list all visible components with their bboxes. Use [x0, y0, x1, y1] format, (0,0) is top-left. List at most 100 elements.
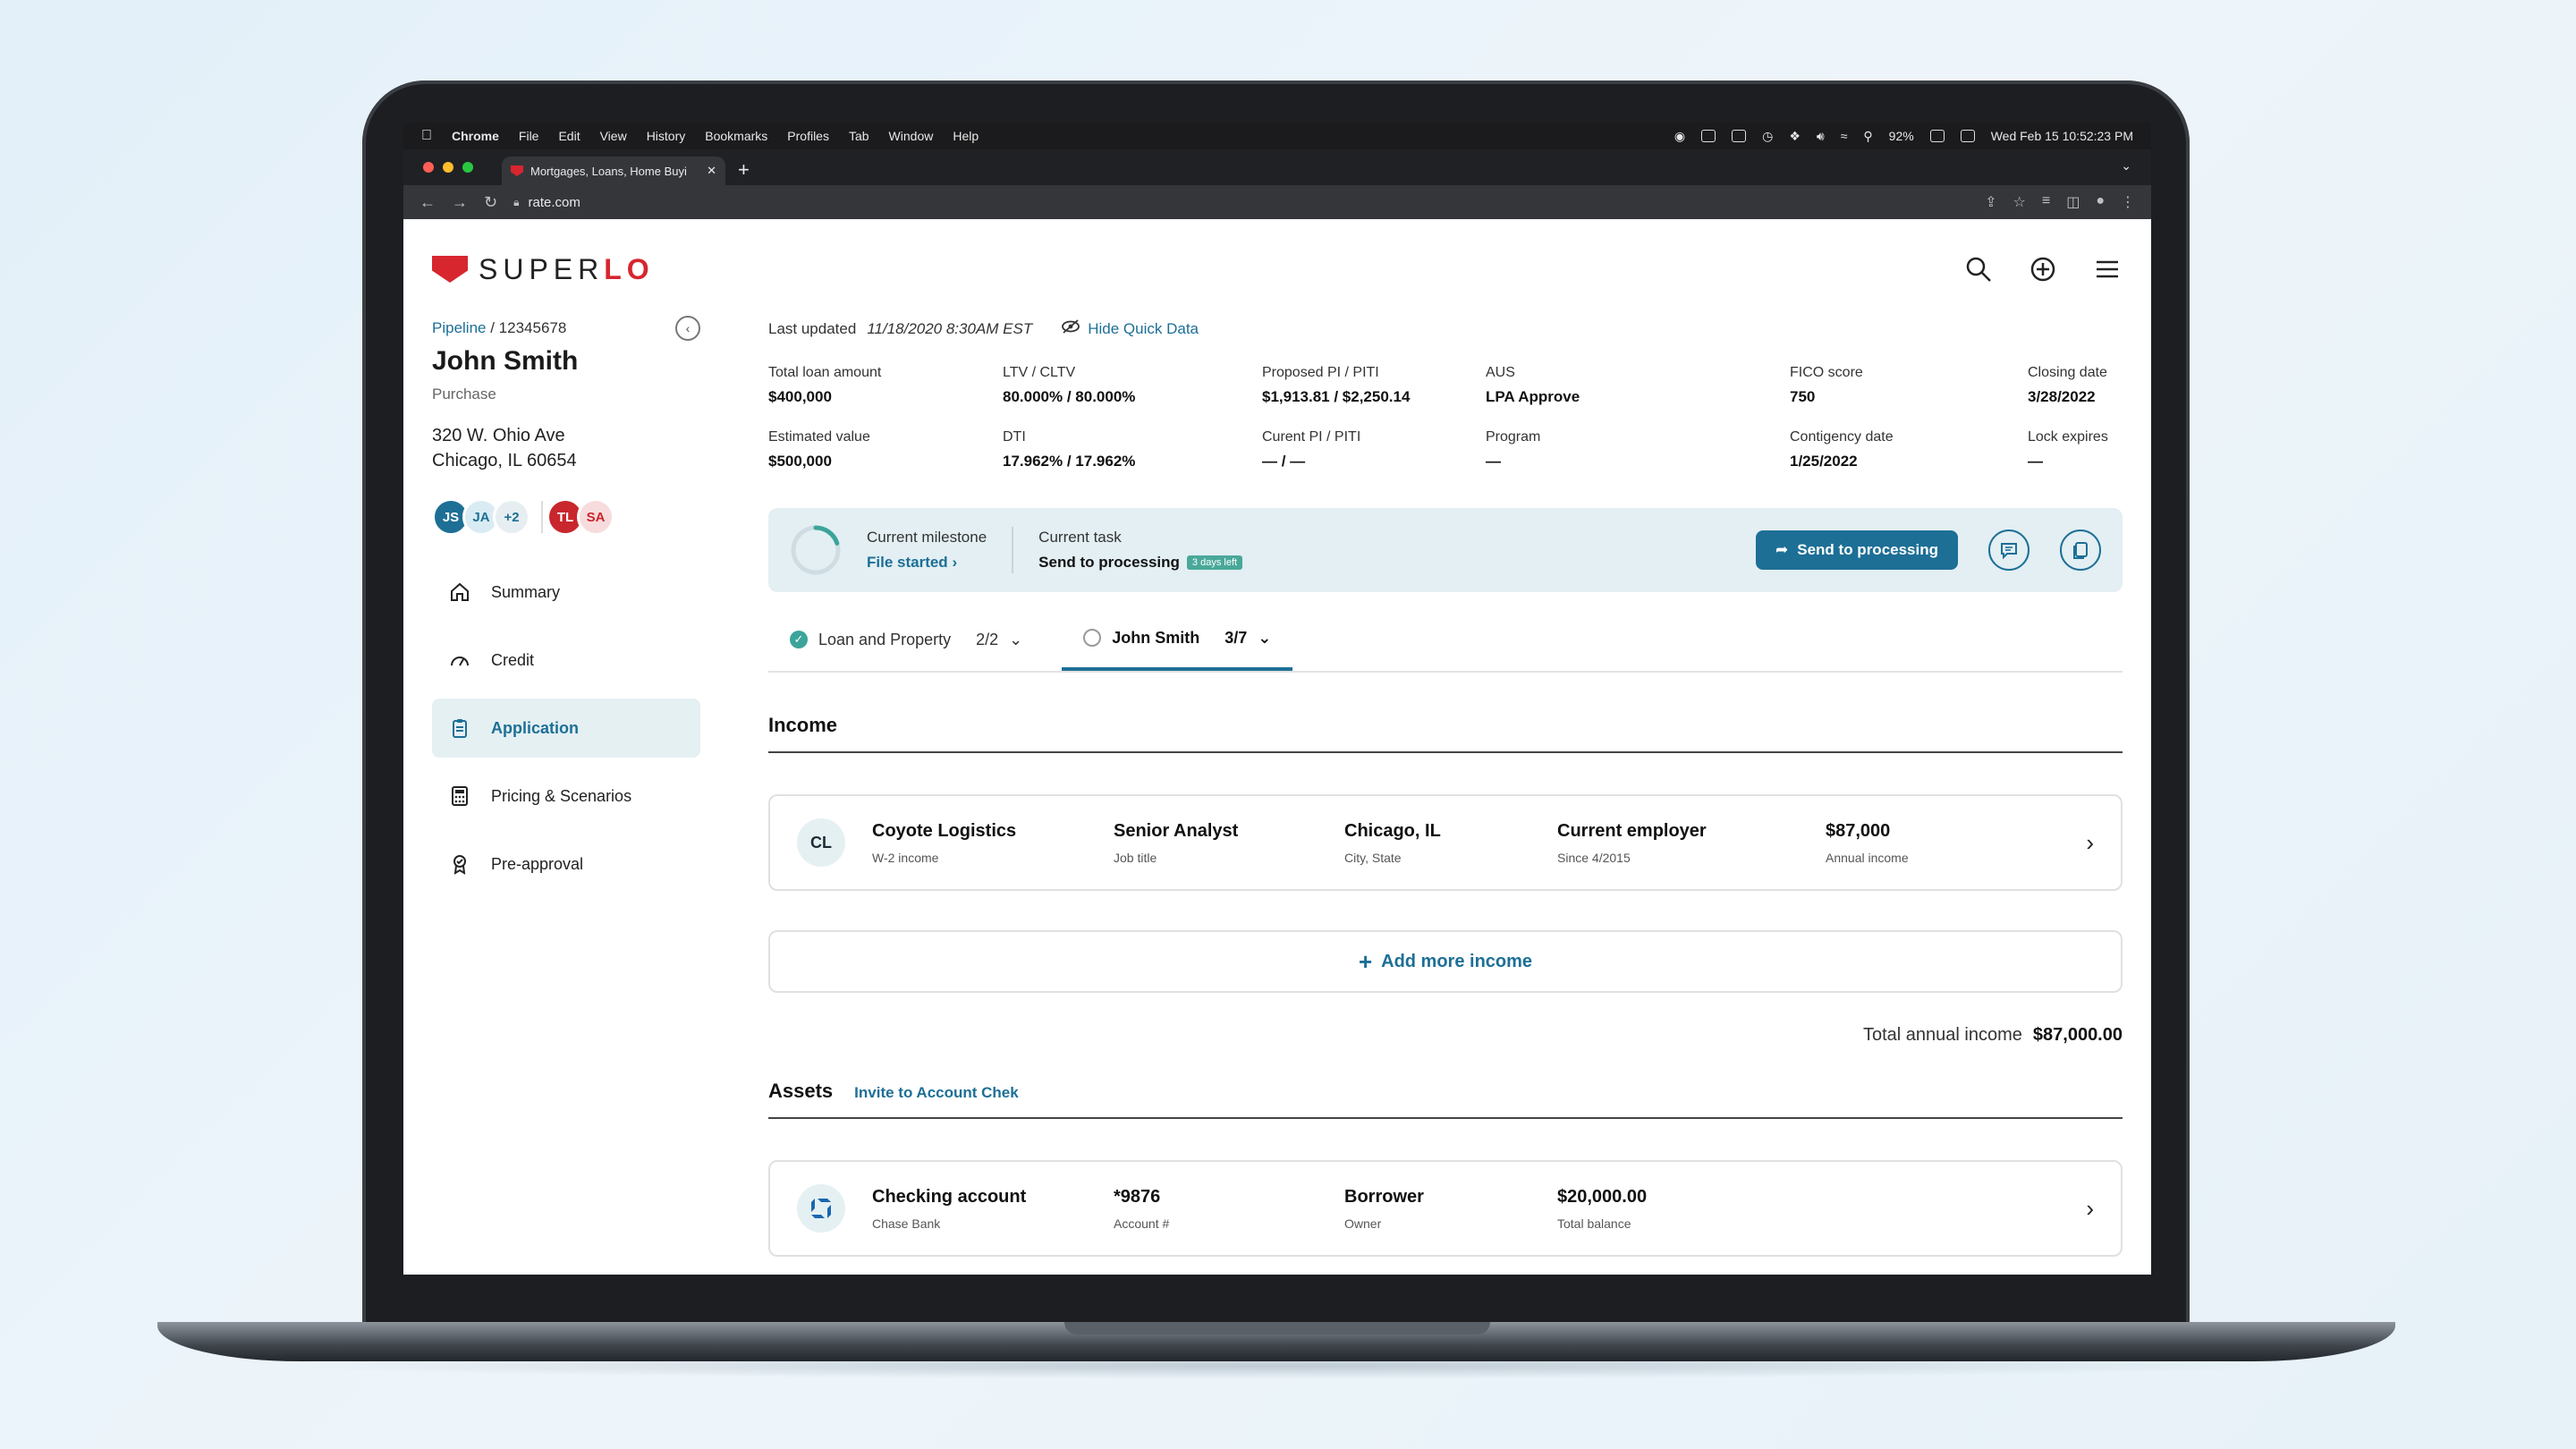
quick-data-field: LTV / CLTV 80.000% / 80.000% [1003, 365, 1262, 406]
current-task-value: Send to processing 3 days left [1038, 554, 1243, 572]
sidebar-item-pricing[interactable]: Pricing & Scenarios [432, 767, 700, 826]
address-bar[interactable]: 🔒︎ rate.com [513, 195, 580, 210]
employment-status-cell: Current employer Since 4/2015 [1557, 821, 1826, 865]
profile-avatar-icon[interactable]: ● [2096, 193, 2105, 211]
owner-caption: Owner [1344, 1216, 1382, 1231]
quick-data-label: Lock expires [2028, 429, 2108, 445]
send-to-processing-button[interactable]: ➦ Send to processing [1756, 530, 1958, 570]
milestone-divider [1012, 527, 1014, 573]
add-circle-icon[interactable] [2028, 254, 2058, 284]
hide-quick-data-button[interactable]: Hide Quick Data [1061, 319, 1199, 338]
volume-icon[interactable]: 🔊︎ [1817, 129, 1825, 144]
spotlight-icon[interactable]: ⚲ [1863, 129, 1872, 144]
header-actions [1963, 254, 2123, 284]
sidebar-item-summary[interactable]: Summary [432, 563, 700, 622]
quick-data-label: Program [1486, 429, 1541, 445]
share-icon[interactable]: ⇪ [1985, 193, 1996, 211]
plus-icon: + [1358, 947, 1373, 975]
menu-window[interactable]: Window [889, 129, 934, 143]
menu-file[interactable]: File [519, 129, 539, 143]
message-button[interactable] [1988, 530, 2029, 571]
menu-profiles[interactable]: Profiles [787, 129, 829, 143]
chevron-right-icon[interactable]: › [2086, 829, 2094, 857]
search-icon[interactable] [1963, 254, 1994, 284]
invite-account-chek-link[interactable]: Invite to Account Chek [854, 1084, 1019, 1102]
dropbox-icon[interactable]: ❖ [1789, 129, 1801, 144]
sidebar-item-application[interactable]: Application [432, 699, 700, 758]
hamburger-menu-icon[interactable] [2092, 254, 2123, 284]
current-milestone: Current milestone File started › [867, 529, 987, 572]
tab-search-chevron-icon[interactable]: ⌄ [2121, 158, 2131, 174]
documents-button[interactable] [2060, 530, 2101, 571]
address-url[interactable]: rate.com [528, 195, 580, 210]
close-tab-icon[interactable]: ✕ [707, 164, 716, 178]
quick-data-value: 750 [1790, 388, 1816, 405]
current-milestone-link[interactable]: File started › [867, 554, 987, 572]
collapse-sidebar-button[interactable]: ‹ [675, 316, 700, 341]
sidebar-item-label: Pre-approval [491, 854, 584, 873]
team-avatars: JS JA +2 TL SA [432, 498, 700, 536]
tab-loan-and-property[interactable]: ✓ Loan and Property 2/2 ⌄ [768, 608, 1044, 671]
tab-john-smith[interactable]: John Smith 3/7 ⌄ [1062, 608, 1293, 671]
time-machine-icon[interactable]: ◷ [1762, 129, 1773, 144]
lock-icon[interactable]: 🔒︎ [513, 196, 519, 209]
menu-view[interactable]: View [600, 129, 627, 143]
location-cell: Chicago, IL City, State [1344, 821, 1557, 865]
laptop-screen:  Chrome File Edit View History Bookmark… [403, 123, 2151, 1275]
kebab-menu-icon[interactable]: ⋮ [2121, 193, 2135, 211]
chevron-down-icon: ⌄ [1009, 630, 1023, 648]
side-panel-icon[interactable]: ◫ [2066, 193, 2080, 211]
reading-list-icon[interactable]: ≡ [2042, 193, 2050, 211]
breadcrumb-separator: / [486, 319, 499, 336]
asset-card[interactable]: Checking account Chase Bank *9876 Accoun… [768, 1160, 2123, 1257]
income-amount-cell: $87,000 Annual income [1826, 821, 1909, 865]
quick-data-value: — / — [1262, 453, 1306, 470]
menubar-app-name[interactable]: Chrome [452, 129, 499, 143]
quick-data-value: $400,000 [768, 388, 832, 405]
close-window-button[interactable] [423, 162, 434, 173]
account-type: Checking account [872, 1186, 1027, 1207]
loan-purpose: Purchase [432, 386, 496, 402]
avatar[interactable]: SA [577, 498, 614, 536]
income-card[interactable]: CL Coyote Logistics W-2 income Senior An… [768, 794, 2123, 891]
battery-icon[interactable] [1929, 130, 1945, 142]
browser-tab[interactable]: Mortgages, Loans, Home Buyi ✕ [502, 157, 725, 185]
zoom-window-button[interactable] [462, 162, 473, 173]
chevron-right-icon[interactable]: › [2086, 1195, 2094, 1223]
add-more-income-button[interactable]: + Add more income [768, 930, 2123, 993]
annual-income-caption: Annual income [1826, 850, 1909, 865]
current-milestone-label: Current milestone [867, 529, 987, 546]
bookmark-star-icon[interactable]: ☆ [2013, 193, 2026, 211]
forward-arrow-icon[interactable]: → [452, 193, 468, 212]
menu-tab[interactable]: Tab [849, 129, 869, 143]
battery-percent[interactable]: 92% [1889, 129, 1914, 143]
menu-help[interactable]: Help [953, 129, 979, 143]
minimize-window-button[interactable] [443, 162, 453, 173]
control-center-icon[interactable] [1960, 130, 1975, 142]
sidebar-item-pre-approval[interactable]: Pre-approval [432, 835, 700, 894]
vpn-icon[interactable] [1701, 130, 1716, 142]
display-icon[interactable] [1732, 130, 1747, 142]
apple-icon[interactable]:  [421, 128, 432, 144]
avatar-overflow[interactable]: +2 [493, 498, 530, 536]
record-icon[interactable]: ◉ [1674, 129, 1685, 144]
menu-bookmarks[interactable]: Bookmarks [705, 129, 767, 143]
menubar-datetime[interactable]: Wed Feb 15 10:52:23 PM [1991, 129, 2133, 143]
back-arrow-icon[interactable]: ← [419, 193, 436, 212]
quick-data-field: Curent PI / PITI — / — [1262, 429, 1486, 470]
total-income-value: $87,000.00 [2032, 1025, 2123, 1045]
wifi-icon[interactable]: ≈ [1841, 129, 1848, 143]
share-arrow-icon: ➦ [1775, 541, 1789, 558]
reload-icon[interactable]: ↻ [484, 193, 497, 212]
current-task-label: Current task [1038, 529, 1122, 546]
menu-history[interactable]: History [647, 129, 686, 143]
employer-cell: Coyote Logistics W-2 income [872, 821, 1114, 865]
superlo-logo[interactable]: SUPERLO [432, 253, 655, 286]
new-tab-icon[interactable]: + [738, 158, 750, 182]
breadcrumb-pipeline-link[interactable]: Pipeline [432, 319, 487, 336]
income-section-header: Income [768, 714, 2123, 753]
menu-edit[interactable]: Edit [558, 129, 580, 143]
account-owner: Borrower [1344, 1186, 1424, 1207]
sidebar-item-credit[interactable]: Credit [432, 631, 700, 690]
quick-data-value: $500,000 [768, 453, 832, 470]
